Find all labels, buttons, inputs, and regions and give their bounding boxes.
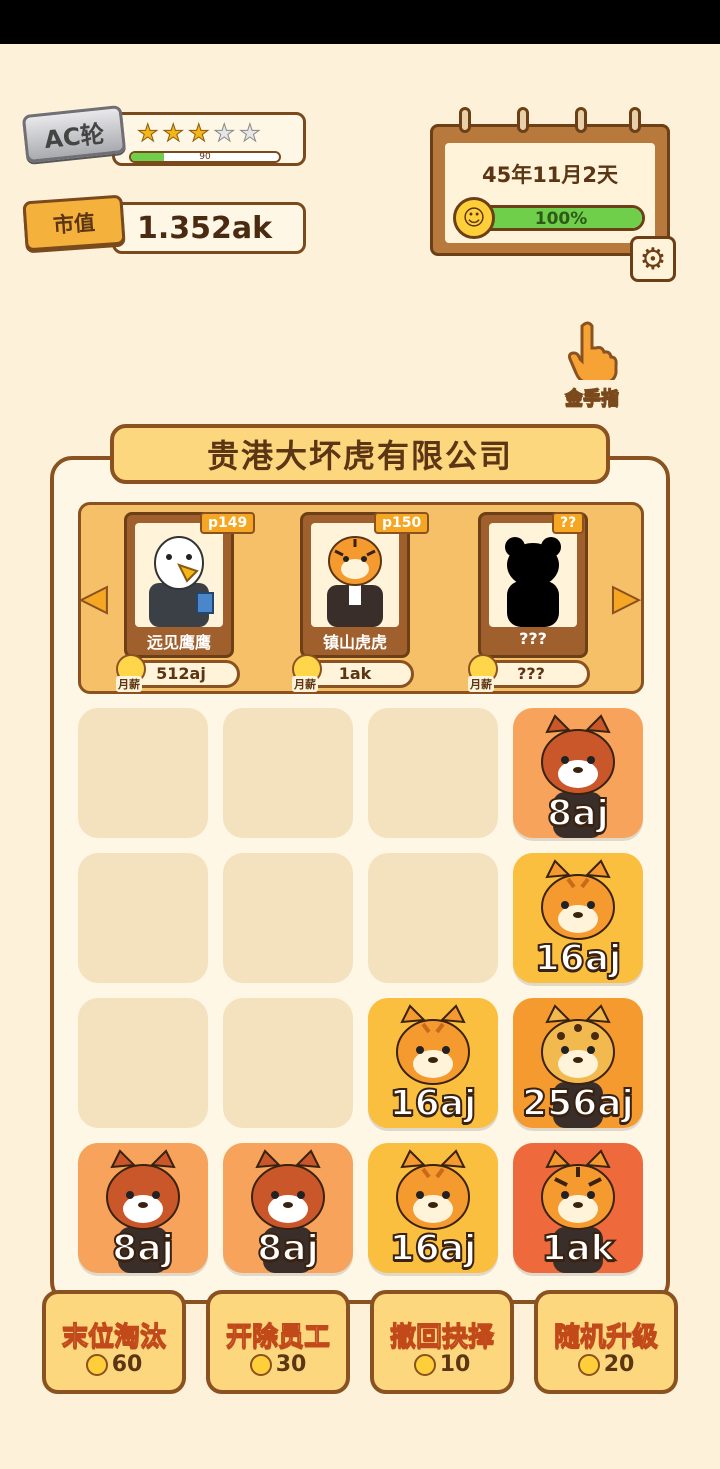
action-cost: 30	[210, 1352, 346, 1377]
star-empty-icon: ★	[239, 119, 261, 148]
undo-choice-button[interactable]: 撤回抉择 10	[370, 1290, 514, 1394]
settings-gear-icon[interactable]: ⚙	[630, 236, 676, 282]
golden-finger-hand-icon[interactable]	[560, 318, 624, 382]
eagle-icon	[135, 523, 223, 627]
company-name: 贵港大坏虎有限公司	[110, 424, 610, 484]
fire-employee-button[interactable]: 开除员工 30	[206, 1290, 350, 1394]
grid-cell[interactable]	[223, 708, 353, 838]
star-empty-icon: ★	[213, 119, 236, 148]
mood-percent: 100%	[534, 209, 588, 229]
action-cost: 60	[46, 1352, 182, 1377]
rank-stars-panel: ★ ★ ★ ★ ★ 90	[112, 112, 306, 166]
employee-tile-red-panda[interactable]: 8aj	[78, 1143, 208, 1273]
grid-cell[interactable]	[368, 853, 498, 983]
action-label: 开除员工	[225, 1322, 330, 1353]
calendar-ring-icon	[629, 107, 641, 133]
action-label: 末位淘汰	[61, 1322, 166, 1353]
action-cost-value: 20	[603, 1352, 635, 1377]
market-value: 1.352ak	[112, 202, 306, 254]
smiley-face-icon	[577, 1354, 600, 1376]
grid-cell[interactable]	[223, 853, 353, 983]
calendar-ring-icon	[517, 107, 529, 133]
calendar-date: 45年11月2天	[481, 163, 619, 187]
action-label: 随机升级	[553, 1322, 658, 1353]
tile-value: 8aj	[111, 1227, 175, 1270]
employee-tile-red-panda[interactable]: 8aj	[223, 1143, 353, 1273]
star-icon: ★	[137, 119, 159, 148]
status-bar	[0, 0, 720, 44]
mood-progress-bar: 100%	[477, 205, 645, 231]
staff-name: 远见鹰鹰	[146, 633, 211, 652]
salary-label: 月薪	[116, 676, 142, 692]
eliminate-last-button[interactable]: 末位淘汰 60	[42, 1290, 186, 1394]
xp-value: 90	[199, 152, 211, 162]
tile-value: 16aj	[389, 1082, 478, 1125]
staff-level-tag: ??	[552, 512, 585, 534]
carousel-left-arrow-icon[interactable]: ◀	[80, 577, 108, 619]
star-icon: ★	[188, 119, 210, 148]
action-label: 撤回抉择	[389, 1322, 494, 1353]
star-rating: ★ ★ ★ ★ ★	[137, 119, 262, 148]
golden-finger-label[interactable]: 金手指	[552, 384, 632, 410]
rank-badge: AC轮	[21, 104, 127, 164]
staff-name: 镇山虎虎	[322, 633, 387, 652]
tile-value: 16aj	[534, 937, 623, 980]
employee-tile-red-panda[interactable]: 8aj	[513, 708, 643, 838]
employee-tile-cat[interactable]: 16aj	[513, 853, 643, 983]
staff-name: ???	[519, 629, 547, 648]
salary-label: 月薪	[292, 676, 318, 692]
action-cost-value: 30	[275, 1352, 307, 1377]
tiger-icon	[311, 523, 399, 627]
tile-value: 8aj	[256, 1227, 320, 1270]
grid-cell[interactable]	[223, 998, 353, 1128]
calendar-page: 45年11月2天 100% ☺	[445, 143, 655, 243]
employee-tile-tiger[interactable]: 1ak	[513, 1143, 643, 1273]
grid-cell[interactable]	[78, 998, 208, 1128]
salary-label: 月薪	[468, 676, 494, 692]
smiley-face-icon: ☺	[453, 197, 495, 239]
grid-cell[interactable]	[78, 708, 208, 838]
star-icon: ★	[162, 119, 185, 148]
employee-tile-cat[interactable]: 16aj	[368, 998, 498, 1128]
smiley-face-icon	[85, 1354, 108, 1376]
calendar-ring-icon	[575, 107, 587, 133]
tile-value: 1ak	[540, 1227, 615, 1270]
tile-value: 16aj	[389, 1227, 478, 1270]
grid-cell[interactable]	[368, 708, 498, 838]
staff-level-tag: p149	[200, 512, 256, 534]
tile-value: 8aj	[546, 792, 610, 835]
employee-tile-leopard[interactable]: 256aj	[513, 998, 643, 1128]
silhouette-icon	[489, 523, 577, 627]
smiley-face-icon	[413, 1354, 436, 1376]
tile-value: 256aj	[521, 1082, 635, 1125]
smiley-face-icon	[249, 1354, 272, 1376]
employee-tile-cat[interactable]: 16aj	[368, 1143, 498, 1273]
calendar-ring-icon	[459, 107, 471, 133]
action-cost-value: 10	[439, 1352, 471, 1377]
staff-level-tag: p150	[374, 512, 430, 534]
xp-progress-bar: 90	[129, 151, 281, 163]
action-cost: 20	[538, 1352, 674, 1377]
carousel-right-arrow-icon[interactable]: ▶	[612, 577, 640, 619]
grid-cell[interactable]	[78, 853, 208, 983]
action-cost-value: 60	[111, 1352, 143, 1377]
random-upgrade-button[interactable]: 随机升级 20	[534, 1290, 678, 1394]
market-value-badge: 市值	[22, 194, 126, 252]
action-cost: 10	[374, 1352, 510, 1377]
